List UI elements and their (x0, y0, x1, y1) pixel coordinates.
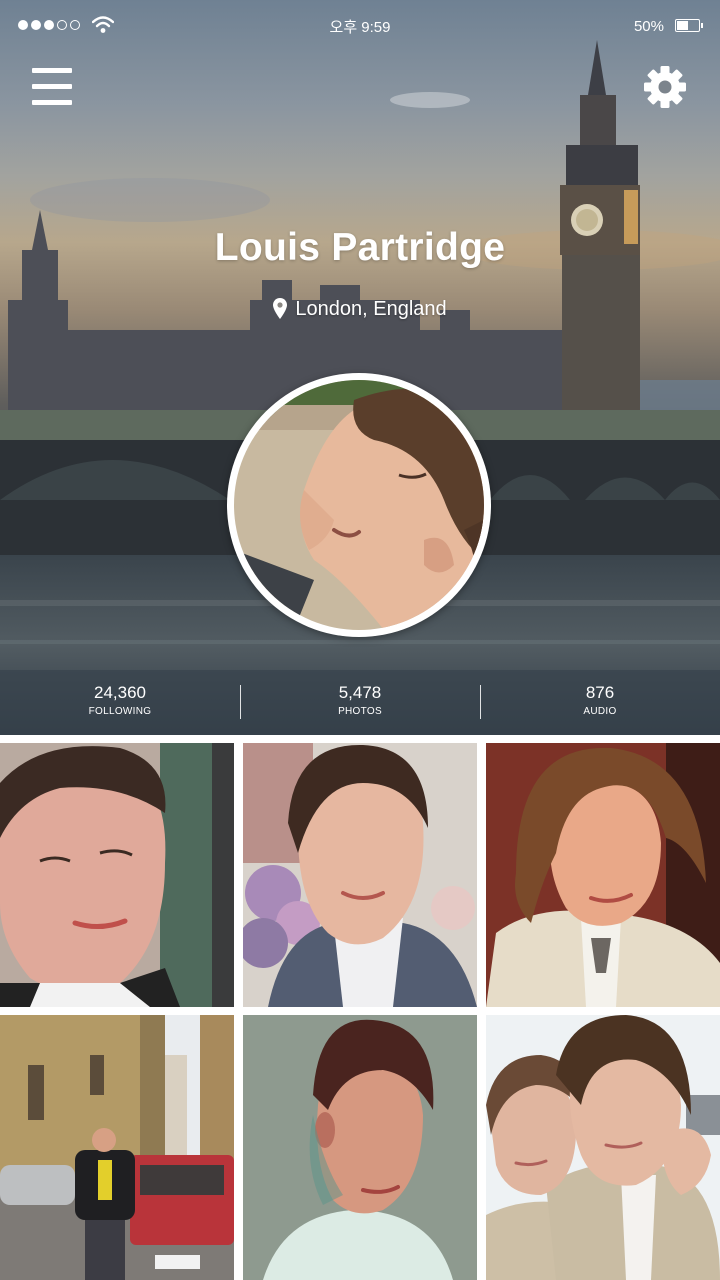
profile-name: Louis Partridge (214, 226, 506, 269)
avatar-photo (234, 380, 484, 630)
status-bar: 오후 9:59 50% (0, 0, 720, 52)
stat-value: 876 (585, 683, 615, 702)
stat-photos[interactable]: 5,478 PHOTOS (240, 670, 480, 735)
stat-value: 5,478 (338, 683, 382, 702)
gear-icon[interactable] (642, 64, 688, 110)
stat-label: AUDIO (583, 706, 617, 717)
hamburger-menu-icon[interactable] (32, 68, 74, 106)
profile-header: 오후 9:59 50% Louis Partridge London, Engl… (0, 0, 720, 735)
photo-grid (0, 743, 720, 1280)
stat-value: 24,360 (94, 683, 146, 702)
photo-thumbnail-5[interactable] (243, 1015, 477, 1280)
photo-thumbnail-2[interactable] (243, 743, 477, 1007)
photo-thumbnail-1[interactable] (0, 743, 234, 1007)
location-text: London, England (295, 298, 447, 320)
photo-thumbnail-6[interactable] (486, 1015, 720, 1280)
stat-label: PHOTOS (338, 706, 382, 717)
battery-icon (675, 19, 703, 32)
avatar[interactable] (227, 373, 491, 637)
status-time: 오후 9:59 (329, 19, 391, 36)
battery-percent: 50% (633, 18, 664, 35)
stat-audio[interactable]: 876 AUDIO (480, 670, 720, 735)
stat-following[interactable]: 24,360 FOLLOWING (0, 670, 240, 735)
battery-level-fill (677, 21, 688, 30)
photo-thumbnail-4[interactable] (0, 1015, 234, 1280)
stat-label: FOLLOWING (88, 706, 152, 717)
photo-thumbnail-3[interactable] (486, 743, 720, 1007)
profile-location: London, England (0, 298, 720, 321)
map-pin-icon (273, 298, 288, 319)
stats-bar: 24,360 FOLLOWING 5,478 PHOTOS 876 AUDIO (0, 670, 720, 735)
